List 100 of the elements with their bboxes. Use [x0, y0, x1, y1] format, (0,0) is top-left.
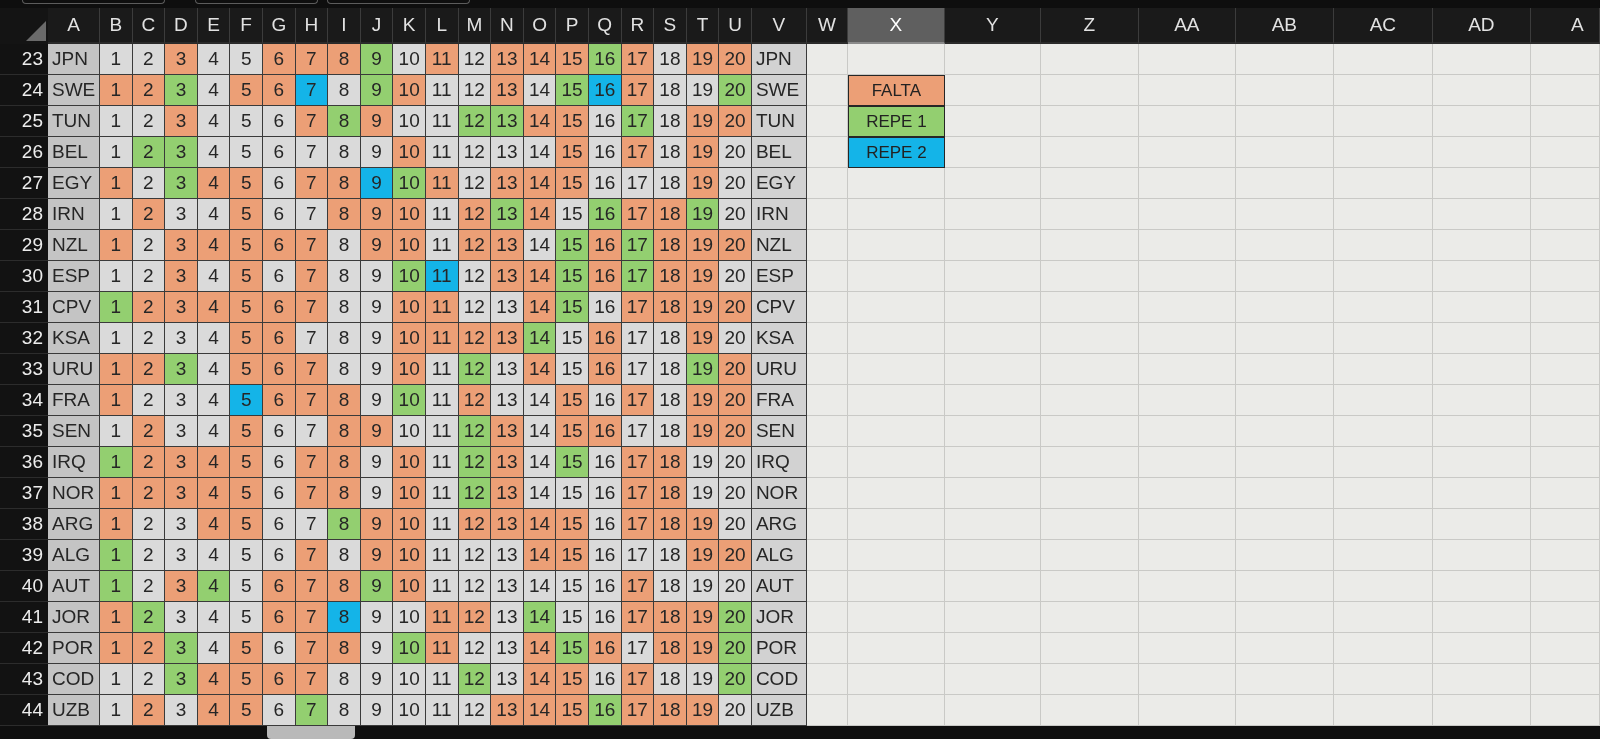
- column-header[interactable]: Q: [588, 8, 622, 44]
- column-header[interactable]: A: [48, 8, 100, 44]
- number-cell: 14: [523, 540, 557, 571]
- number-cell: 8: [328, 447, 361, 478]
- row-number[interactable]: 40: [0, 571, 48, 602]
- number-cell: 18: [654, 261, 687, 292]
- column-header[interactable]: AC: [1333, 8, 1433, 44]
- column-header[interactable]: Z: [1040, 8, 1139, 44]
- number-cell: 7: [295, 385, 329, 416]
- column-header[interactable]: AB: [1235, 8, 1334, 44]
- row-number[interactable]: 24: [0, 75, 48, 106]
- column-header[interactable]: J: [360, 8, 394, 44]
- column-header[interactable]: D: [165, 8, 198, 44]
- row-number[interactable]: 34: [0, 385, 48, 416]
- select-all-icon[interactable]: [26, 21, 46, 41]
- team-cell: AUT: [751, 571, 807, 602]
- number-cell: 4: [197, 323, 231, 354]
- number-cell: 6: [262, 447, 296, 478]
- column-header[interactable]: O: [523, 8, 557, 44]
- column-header[interactable]: L: [425, 8, 459, 44]
- row-number[interactable]: 37: [0, 478, 48, 509]
- column-header[interactable]: K: [393, 8, 426, 44]
- team-cell: NZL: [48, 230, 100, 261]
- number-cell: 17: [621, 292, 655, 323]
- number-cell: 13: [491, 540, 524, 571]
- column-header[interactable]: W: [806, 8, 848, 44]
- row-number[interactable]: 41: [0, 602, 48, 633]
- column-header[interactable]: T: [686, 8, 720, 44]
- column-header[interactable]: AD: [1432, 8, 1531, 44]
- number-cell: 20: [719, 447, 752, 478]
- number-cell: 20: [719, 168, 752, 199]
- number-cell: 4: [197, 509, 231, 540]
- row-number[interactable]: 31: [0, 292, 48, 323]
- column-header[interactable]: B: [100, 8, 133, 44]
- team-cell: EGY: [751, 168, 807, 199]
- number-cell: 5: [230, 447, 263, 478]
- number-cell: 14: [523, 695, 557, 726]
- number-cell: 4: [197, 292, 231, 323]
- column-header[interactable]: N: [491, 8, 524, 44]
- column-header[interactable]: Y: [944, 8, 1041, 44]
- number-cell: 4: [197, 230, 231, 261]
- number-cell: 15: [556, 664, 589, 695]
- row-number[interactable]: 38: [0, 509, 48, 540]
- row-number[interactable]: 33: [0, 354, 48, 385]
- row-number[interactable]: 43: [0, 664, 48, 695]
- column-header[interactable]: A: [1530, 8, 1600, 44]
- row-number[interactable]: 32: [0, 323, 48, 354]
- row-number[interactable]: 29: [0, 230, 48, 261]
- number-cell: 3: [165, 695, 198, 726]
- row-number[interactable]: 36: [0, 447, 48, 478]
- number-cell: 13: [491, 168, 524, 199]
- row-number[interactable]: 26: [0, 137, 48, 168]
- column-header[interactable]: G: [262, 8, 296, 44]
- column-header[interactable]: M: [458, 8, 492, 44]
- number-cell: 19: [686, 168, 720, 199]
- column-header[interactable]: S: [654, 8, 687, 44]
- legend-cell: REPE 1: [847, 106, 945, 137]
- number-cell: 10: [393, 354, 426, 385]
- number-cell: 7: [295, 354, 329, 385]
- number-cell: 9: [360, 106, 394, 137]
- row-number[interactable]: 28: [0, 199, 48, 230]
- row-number[interactable]: 30: [0, 261, 48, 292]
- number-cell: 5: [230, 633, 263, 664]
- number-cell: 2: [132, 106, 166, 137]
- number-cell: 2: [132, 137, 166, 168]
- column-header[interactable]: F: [230, 8, 263, 44]
- row-number[interactable]: 25: [0, 106, 48, 137]
- row-number[interactable]: 39: [0, 540, 48, 571]
- row-number[interactable]: 35: [0, 416, 48, 447]
- number-cell: 1: [100, 447, 133, 478]
- number-cell: 5: [230, 261, 263, 292]
- column-header[interactable]: U: [719, 8, 752, 44]
- number-cell: 19: [686, 199, 720, 230]
- column-header[interactable]: X: [847, 8, 945, 44]
- number-cell: 8: [328, 199, 361, 230]
- row-number[interactable]: 27: [0, 168, 48, 199]
- number-cell: 5: [230, 571, 263, 602]
- number-cell: 2: [132, 664, 166, 695]
- column-header[interactable]: R: [621, 8, 655, 44]
- number-cell: 15: [556, 75, 589, 106]
- scrollbar-thumb[interactable]: [267, 726, 355, 739]
- number-cell: 2: [132, 168, 166, 199]
- number-cell: 15: [556, 540, 589, 571]
- number-cell: 8: [328, 416, 361, 447]
- column-header[interactable]: AA: [1138, 8, 1236, 44]
- column-header[interactable]: H: [295, 8, 329, 44]
- number-cell: 9: [360, 540, 394, 571]
- column-header[interactable]: E: [197, 8, 231, 44]
- column-header[interactable]: I: [328, 8, 361, 44]
- number-cell: 12: [458, 695, 492, 726]
- number-cell: 20: [719, 354, 752, 385]
- column-header[interactable]: P: [556, 8, 589, 44]
- number-cell: 9: [360, 695, 394, 726]
- row-number[interactable]: 23: [0, 44, 48, 75]
- column-header[interactable]: V: [751, 8, 807, 44]
- row-number[interactable]: 42: [0, 633, 48, 664]
- empty-cell: [1530, 106, 1600, 137]
- column-header[interactable]: C: [132, 8, 166, 44]
- number-cell: 13: [491, 230, 524, 261]
- row-number[interactable]: 44: [0, 695, 48, 726]
